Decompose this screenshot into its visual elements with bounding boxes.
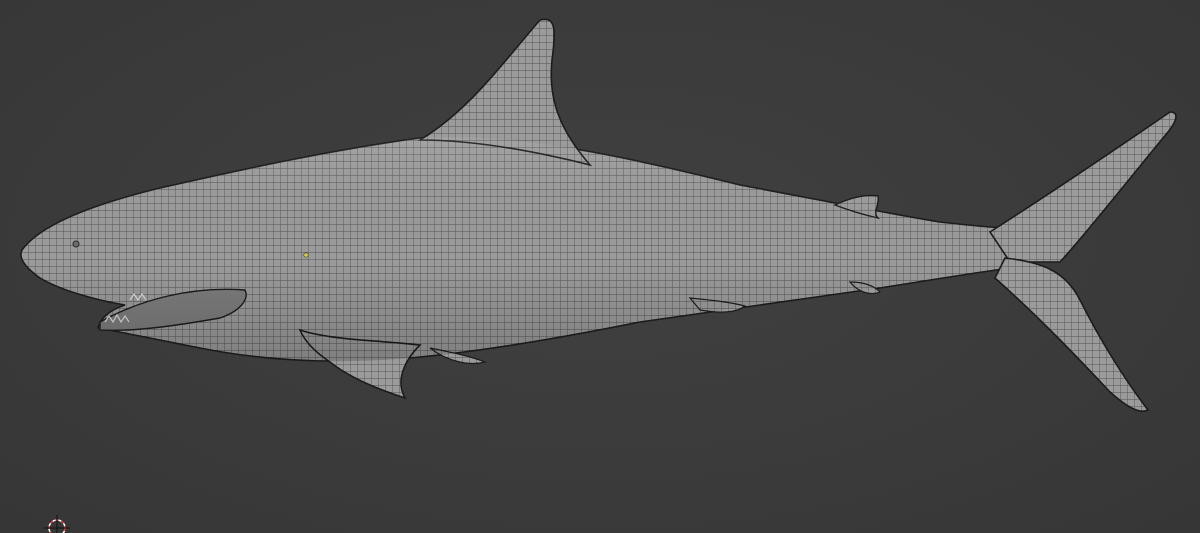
tail-upper-lobe[interactable] <box>988 111 1177 263</box>
shark-eye <box>72 240 80 248</box>
3d-viewport[interactable] <box>0 0 1200 533</box>
selected-vertex[interactable] <box>303 252 309 258</box>
tail-lower-lobe[interactable] <box>994 257 1150 412</box>
body-shading <box>20 137 1010 362</box>
shark-mesh[interactable] <box>0 0 1200 533</box>
3d-cursor-icon[interactable] <box>44 515 70 533</box>
